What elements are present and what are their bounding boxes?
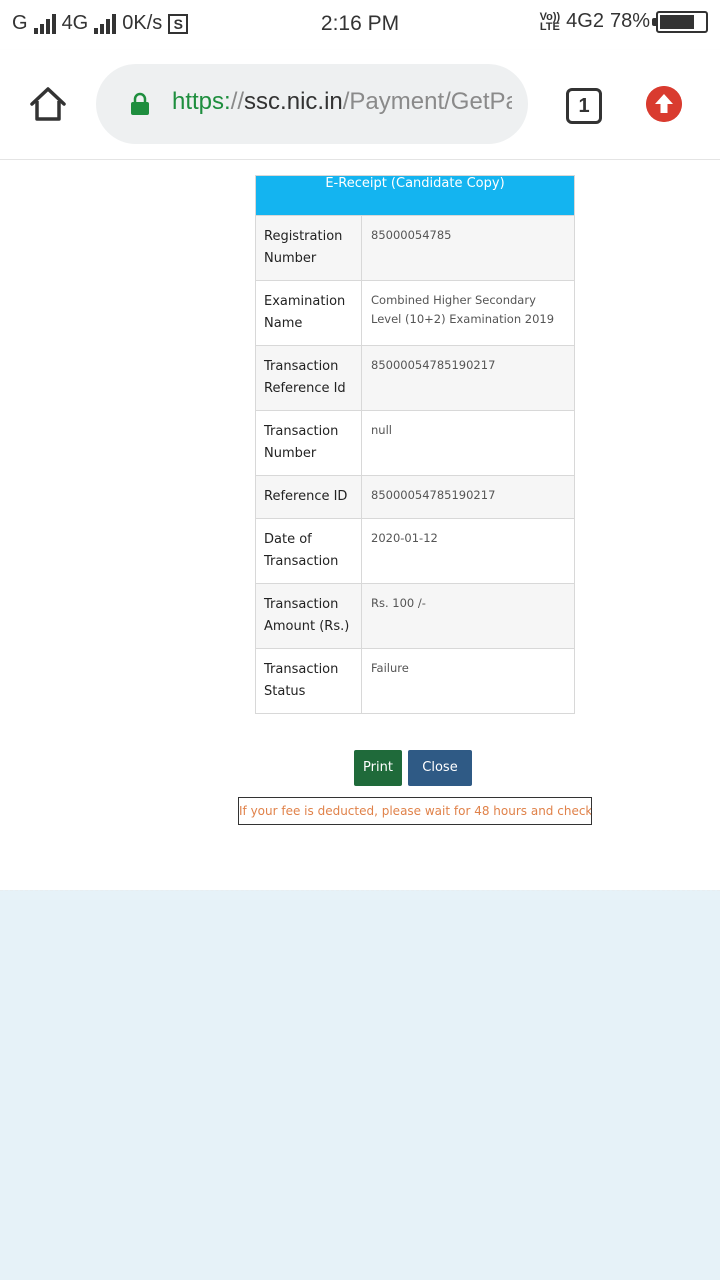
battery-icon — [652, 10, 708, 33]
row-value: null — [361, 410, 575, 476]
e-receipt-table: E-Receipt (Candidate Copy) Registration … — [255, 175, 575, 714]
network-type-label-2: 4G2 — [566, 10, 604, 32]
receipt-title: E-Receipt (Candidate Copy) — [255, 175, 575, 216]
status-right: Vo)) LTE 4G2 78% — [540, 10, 708, 33]
row-value: Failure — [361, 648, 575, 714]
url-separator: // — [230, 88, 245, 115]
battery-fill — [660, 14, 695, 29]
table-row: Transaction Reference Id 850000547851902… — [255, 345, 575, 411]
table-row: Reference ID 85000054785190217 — [255, 475, 575, 519]
url-scheme: https: — [172, 88, 231, 115]
home-icon[interactable] — [28, 84, 68, 124]
print-button[interactable]: Print — [354, 750, 402, 786]
url-bar[interactable]: https://ssc.nic.in/Payment/GetPayme — [96, 64, 528, 144]
row-label: Transaction Number — [255, 410, 362, 476]
page-footer — [0, 890, 720, 1280]
fee-notice: If your fee is deducted, please wait for… — [238, 797, 592, 825]
url-host: ssc.nic.in — [244, 88, 343, 115]
page-content: E-Receipt (Candidate Copy) Registration … — [0, 160, 720, 890]
row-label: Transaction Reference Id — [255, 345, 362, 411]
table-row: Examination Name Combined Higher Seconda… — [255, 280, 575, 346]
url-text[interactable]: https://ssc.nic.in/Payment/GetPayme — [172, 88, 512, 116]
url-path: /Payment/GetPayme — [342, 88, 512, 115]
table-row: Transaction Status Failure — [255, 648, 575, 714]
volte-bottom: LTE — [539, 20, 560, 33]
close-button[interactable]: Close — [408, 750, 472, 786]
row-label: Transaction Amount (Rs.) — [255, 583, 362, 649]
table-row: Transaction Amount (Rs.) Rs. 100 /- — [255, 583, 575, 649]
action-buttons: Print Close — [354, 750, 472, 786]
row-label: Registration Number — [255, 215, 362, 281]
update-arrow-icon[interactable] — [646, 86, 682, 122]
row-label: Transaction Status — [255, 648, 362, 714]
row-label: Examination Name — [255, 280, 362, 346]
row-value: 2020-01-12 — [361, 518, 575, 584]
lock-icon — [131, 92, 149, 115]
row-value: Rs. 100 /- — [361, 583, 575, 649]
volte-icon: Vo)) LTE — [539, 11, 561, 33]
table-row: Transaction Number null — [255, 410, 575, 476]
row-label: Date of Transaction — [255, 518, 362, 584]
browser-toolbar: https://ssc.nic.in/Payment/GetPayme 1 — [0, 50, 720, 160]
row-value: Combined Higher Secondary Level (10+2) E… — [361, 280, 575, 346]
table-row: Registration Number 85000054785 — [255, 215, 575, 281]
table-row: Date of Transaction 2020-01-12 — [255, 518, 575, 584]
row-value: 85000054785190217 — [361, 475, 575, 519]
row-value: 85000054785190217 — [361, 345, 575, 411]
tabs-button[interactable]: 1 — [566, 88, 602, 124]
row-value: 85000054785 — [361, 215, 575, 281]
status-bar: G 4G 0K/s S 2:16 PM Vo)) LTE 4G2 78% — [0, 0, 720, 50]
battery-percent: 78% — [609, 10, 650, 32]
row-label: Reference ID — [255, 475, 362, 519]
